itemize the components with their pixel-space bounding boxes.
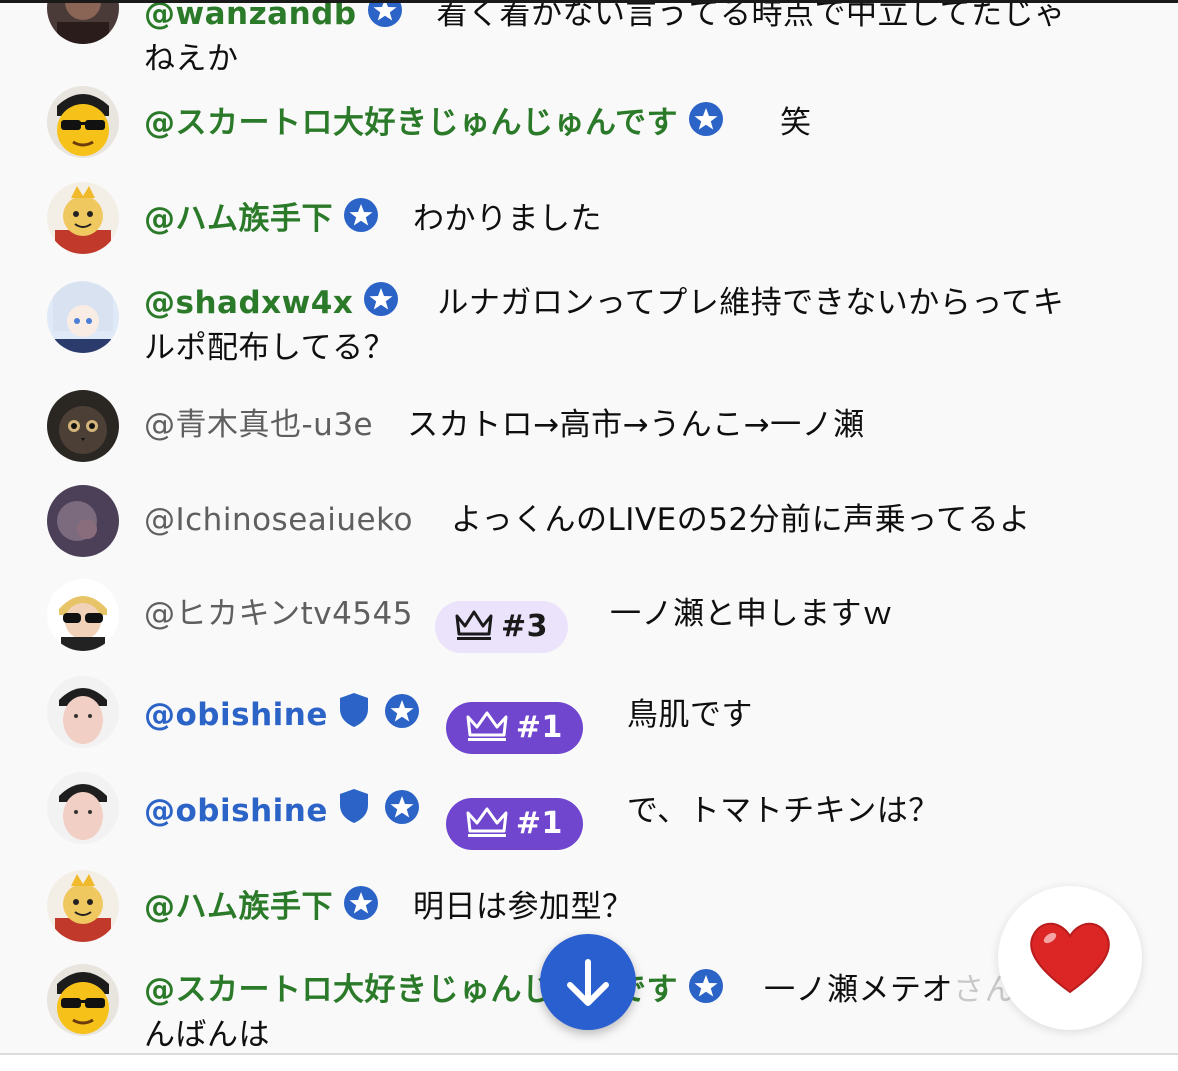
avatar[interactable] <box>47 579 119 651</box>
author-name[interactable]: @wanzandb <box>144 0 357 32</box>
author-name[interactable]: @ハム族手下 <box>144 889 333 925</box>
chat-footer <box>0 1055 1178 1071</box>
star-badge-icon <box>688 101 724 148</box>
message-text: ルナガロンってプレ維持できないからってキ <box>437 285 1065 321</box>
message-text: 明日は参加型？ <box>413 889 634 925</box>
top-edge <box>0 0 1178 3</box>
crown-icon <box>455 610 493 640</box>
message-text: で、トマトチキンは？ <box>626 793 940 829</box>
star-badge-icon <box>363 281 399 328</box>
rank-label: #3 <box>500 609 548 644</box>
message-text: よっくんのLIVEの52分前に声乗ってるよ <box>450 502 1031 538</box>
rank-label: #1 <box>515 710 563 745</box>
shield-icon <box>338 691 370 740</box>
avatar[interactable] <box>47 0 119 44</box>
message-text: スカトロ→高市→うんこ→一ノ瀬 <box>407 407 865 443</box>
author-name[interactable]: @ハム族手下 <box>144 201 333 237</box>
rank-badge: #3 <box>434 601 568 653</box>
arrow-down-icon <box>567 959 609 1006</box>
scroll-to-bottom-button[interactable] <box>540 934 636 1030</box>
avatar[interactable] <box>47 964 119 1036</box>
author-name[interactable]: @青木真也-u3e <box>144 407 373 443</box>
avatar[interactable] <box>47 870 119 942</box>
rank-label: #1 <box>515 806 563 841</box>
avatar[interactable] <box>47 182 119 254</box>
author-name[interactable]: @obishine <box>144 697 328 733</box>
message-text: 笑 <box>779 105 812 141</box>
author-name[interactable]: @スカートロ大好きじゅんじゅんです <box>144 105 678 141</box>
avatar[interactable] <box>47 772 119 844</box>
avatar[interactable] <box>47 485 119 557</box>
message-text-continued: ねえか <box>144 41 239 77</box>
star-badge-icon <box>384 789 420 836</box>
star-badge-icon <box>343 885 379 932</box>
message-text: 着く着かない言うてる時点で中立してたじゃ <box>436 0 1066 32</box>
star-badge-icon <box>688 968 724 1015</box>
avatar[interactable] <box>47 676 119 748</box>
avatar[interactable] <box>47 86 119 158</box>
crown-icon <box>466 807 508 837</box>
star-badge-icon <box>384 693 420 740</box>
message-text-continued: ルポ配布してる？ <box>144 330 396 366</box>
author-name[interactable]: @shadxw4x <box>144 285 353 321</box>
heart-icon <box>1030 922 1110 994</box>
avatar[interactable] <box>47 281 119 353</box>
rank-badge: #1 <box>445 798 583 850</box>
rank-badge: #1 <box>445 702 583 754</box>
message-text: わかりました <box>413 201 602 237</box>
message-text: 一ノ瀬と申しますｗ <box>609 596 894 632</box>
author-name[interactable]: @Ichinoseaiueko <box>144 502 413 538</box>
star-badge-icon <box>367 0 403 39</box>
reaction-heart-button[interactable] <box>998 886 1142 1030</box>
crown-icon <box>466 711 508 741</box>
author-name[interactable]: @ヒカキンtv4545 <box>144 596 413 632</box>
message-text: 一ノ瀬メテオ <box>763 972 953 1008</box>
avatar[interactable] <box>47 390 119 462</box>
message-text: 鳥肌です <box>626 697 753 733</box>
star-badge-icon <box>343 197 379 244</box>
author-name[interactable]: @obishine <box>144 793 328 829</box>
shield-icon <box>338 787 370 836</box>
